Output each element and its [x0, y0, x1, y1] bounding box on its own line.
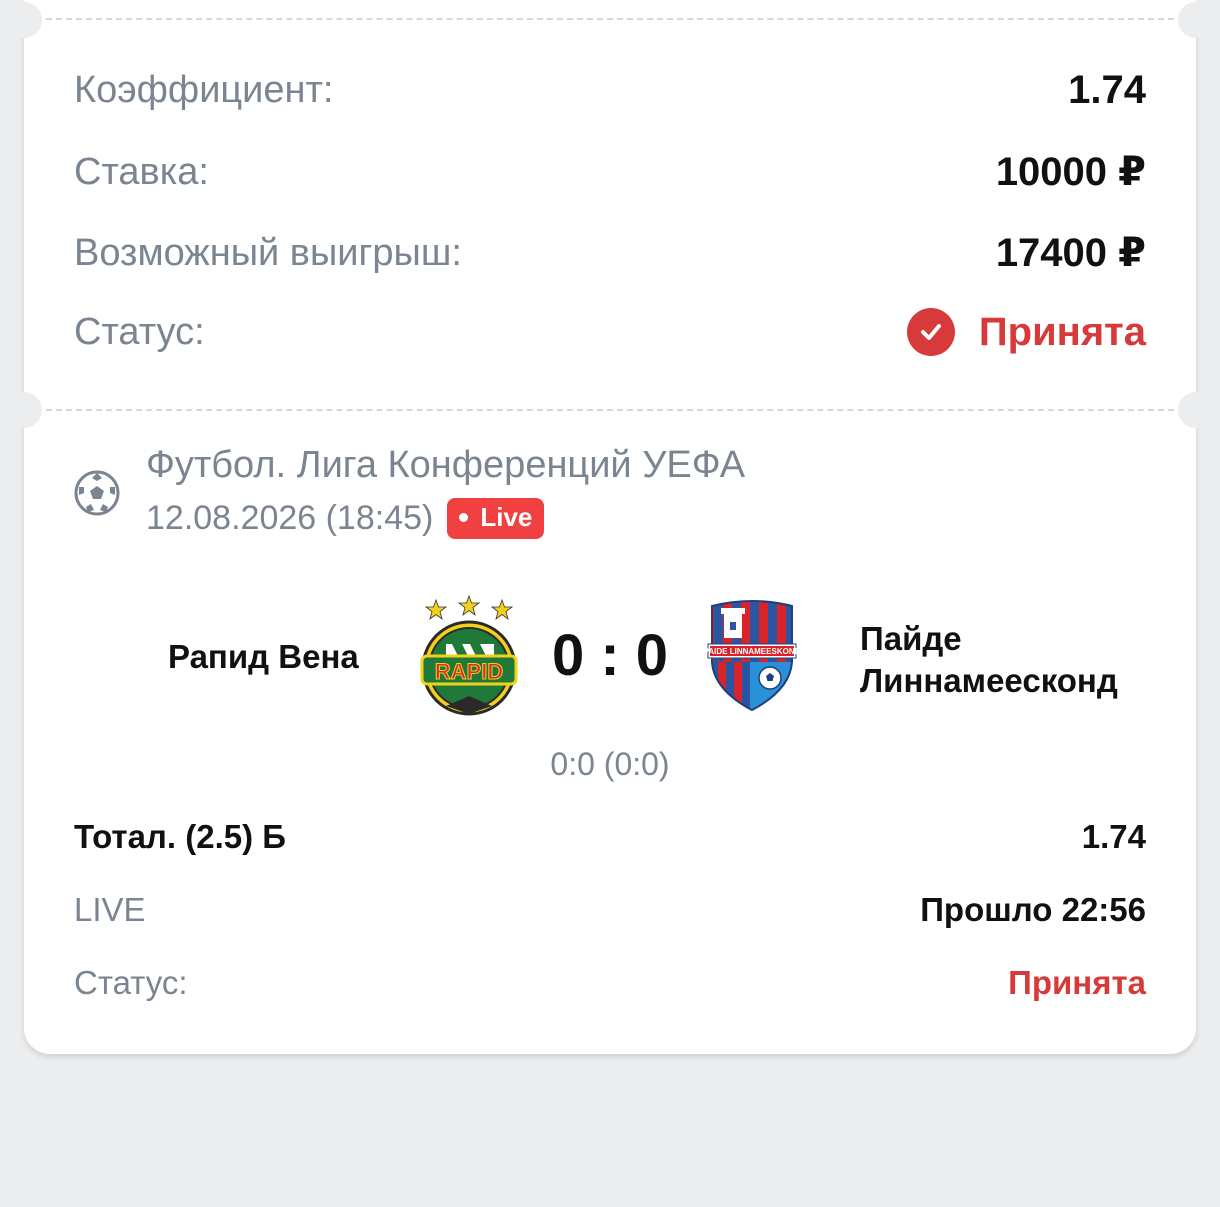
- ticket-divider-top: [46, 18, 1174, 20]
- ticket-notch: [6, 392, 42, 428]
- win-value: 17400 ₽: [995, 231, 1146, 275]
- coef-row: Коэффициент: 1.74: [74, 68, 1146, 113]
- live-row: LIVE Прошло 22:56: [74, 891, 1146, 929]
- elapsed-time: Прошло 22:56: [920, 891, 1146, 928]
- coef-label: Коэффициент:: [74, 69, 334, 111]
- bet-status-row: Статус: Принята: [74, 964, 1146, 1002]
- ticket-divider-middle: [46, 409, 1174, 411]
- stake-label: Ставка:: [74, 150, 209, 193]
- coef-value: 1.74: [1068, 68, 1146, 112]
- check-circle-icon: [906, 308, 955, 356]
- status-label: Статус:: [74, 310, 205, 353]
- league-name: Футбол. Лига Конференций УЕФА: [146, 444, 746, 486]
- home-team-logo: RAPID: [420, 594, 518, 716]
- date-line: 12.08.2026 (18:45) Live: [146, 498, 745, 539]
- market-name: Тотал. (2.5) Б: [74, 818, 286, 855]
- live-dot-icon: [459, 513, 469, 522]
- win-label: Возможный выигрыш:: [74, 231, 462, 274]
- ticket-notch: [1178, 392, 1214, 428]
- status-text: Принята: [978, 309, 1146, 354]
- bet-ticket: Коэффициент: 1.74 Ставка: 10000 ₽ Возмож…: [6, 0, 1214, 1054]
- status-row: Статус: Принята: [74, 308, 1146, 356]
- bet-status-label: Статус:: [74, 964, 188, 1001]
- away-team-name-line1: Пайде: [860, 620, 962, 657]
- away-logo-text: PAIDE LINNAMEESKOND: [704, 647, 800, 656]
- home-logo-text: RAPID: [435, 659, 503, 684]
- stake-value: 10000 ₽: [995, 150, 1146, 194]
- market-odds: 1.74: [1081, 818, 1146, 855]
- away-team-logo: PAIDE LINNAMEESKOND: [704, 600, 800, 712]
- win-row: Возможный выигрыш: 17400 ₽: [74, 230, 1146, 276]
- status-value: Принята: [906, 308, 1146, 356]
- event-date: 12.08.2026 (18:45): [146, 499, 434, 537]
- event-meta: Футбол. Лига Конференций УЕФА 12.08.2026…: [146, 440, 745, 539]
- match-score: 0 : 0: [551, 623, 669, 688]
- away-team-name: Пайде Линнамеесконд: [860, 618, 1118, 702]
- ticket-notch: [1178, 2, 1214, 38]
- football-icon: [74, 470, 120, 516]
- live-badge: Live: [447, 498, 545, 539]
- half-score: 0:0 (0:0): [550, 746, 670, 782]
- event-header: Футбол. Лига Конференций УЕФА 12.08.2026…: [74, 440, 745, 539]
- ticket-notch: [6, 2, 42, 38]
- home-team-name: Рапид Вена: [168, 638, 359, 675]
- away-team-name-line2: Линнамеесконд: [860, 662, 1118, 699]
- live-badge-label: Live: [480, 502, 533, 532]
- stake-row: Ставка: 10000 ₽: [74, 149, 1146, 195]
- market-row: Тотал. (2.5) Б 1.74: [74, 818, 1146, 856]
- bet-mode: LIVE: [74, 891, 146, 928]
- bet-status-value: Принята: [1008, 964, 1146, 1001]
